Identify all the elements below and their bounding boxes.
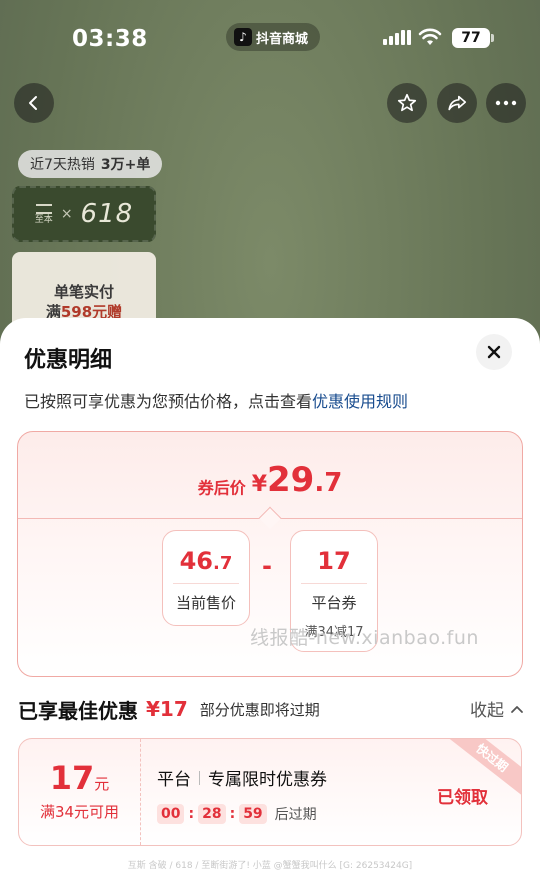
collapse-button[interactable]: 收起 — [470, 696, 524, 721]
cellular-signal-icon — [383, 30, 411, 45]
final-price-decimal: .7 — [314, 468, 343, 498]
douyin-logo-icon: ♪ — [234, 28, 252, 46]
brand-collab-tag: 至本 × 618 — [12, 186, 156, 242]
best-discount-amount: ¥17 — [146, 697, 188, 721]
description-text: 已按照可享优惠为您预估价格，点击查看 — [24, 392, 313, 411]
platform-coupon-value: 17 — [317, 547, 351, 575]
best-discount-row: 已享最佳优惠 ¥17 部分优惠即将过期 收起 — [18, 694, 524, 724]
chevron-up-icon — [511, 705, 523, 713]
current-price-box: 46.7 当前售价 — [162, 530, 250, 626]
watermark-text: 线报酷-new.xianbao.fun — [250, 627, 479, 649]
best-discount-title: 已享最佳优惠 — [18, 698, 138, 723]
back-button[interactable] — [14, 83, 54, 123]
collab-number: 618 — [80, 199, 134, 229]
current-price-dec: .7 — [213, 553, 233, 574]
final-price-integer: 29 — [267, 460, 315, 500]
coupon-claimed-status[interactable]: 已领取 — [437, 783, 488, 808]
countdown-hours: 00 — [157, 804, 185, 824]
platform-coupon-card[interactable]: 17元 满34元可用 平台 专属限时优惠券 00 : 28 : 59 后过期 已… — [18, 738, 522, 846]
countdown-minutes: 28 — [198, 804, 226, 824]
coupon-amount-number: 17 — [49, 759, 95, 797]
countdown-suffix: 后过期 — [274, 807, 317, 823]
coupon-name: 平台 专属限时优惠券 — [157, 765, 327, 790]
wifi-icon — [418, 28, 442, 45]
final-price-label: 券后价 — [197, 478, 246, 498]
current-price-int: 46 — [179, 547, 214, 575]
status-bar: 03:38 ♪ 抖音商城 77 — [0, 0, 540, 78]
current-price-value: 46.7 — [163, 547, 249, 575]
countdown-colon: : — [188, 806, 195, 822]
coupon-amount: 17元 — [19, 759, 140, 797]
coupon-source: 平台 — [157, 770, 191, 790]
final-price-currency: ¥ — [251, 472, 268, 497]
coupon-amount-unit: 元 — [94, 775, 110, 793]
countdown-colon: : — [229, 806, 236, 822]
star-icon — [397, 93, 417, 112]
usage-rules-link[interactable]: 优惠使用规则 — [312, 392, 408, 411]
battery-indicator: 77 — [452, 28, 494, 48]
current-price-label: 当前售价 — [175, 594, 236, 612]
share-button[interactable] — [437, 83, 477, 123]
best-discount-note: 部分优惠即将过期 — [199, 700, 320, 719]
coupon-title: 专属限时优惠券 — [208, 770, 327, 790]
price-breakdown-card: 券后价 ¥29.7 46.7 当前售价 - 17 平台券 满34减17 线报酷-n… — [17, 431, 523, 677]
sales-badge-prefix: 近7天热销 — [30, 157, 95, 173]
app-source-label: 抖音商城 — [256, 31, 309, 47]
more-button[interactable] — [486, 83, 526, 123]
sales-badge-value: 3万+单 — [100, 157, 151, 173]
brand-mini-logo: 至本 — [34, 203, 53, 225]
sheet-title: 优惠明细 — [24, 348, 113, 373]
coupon-value-section: 17元 满34元可用 — [19, 739, 141, 845]
minus-sign: - — [262, 552, 272, 580]
box-separator — [301, 583, 367, 584]
discount-detail-sheet: 优惠明细 已按照可享优惠为您预估价格，点击查看优惠使用规则 券后价 ¥29.7 4… — [0, 318, 540, 874]
close-button[interactable] — [476, 334, 512, 370]
favorite-button[interactable] — [387, 83, 427, 123]
price-divider-notch — [258, 506, 282, 530]
footer-watermark: 互斯 含破 / 618 / 至断街游了! 小蓝 @蟹蟹我叫什么 [G: 2625… — [127, 861, 413, 871]
countdown-seconds: 59 — [239, 804, 267, 824]
final-price: 券后价 ¥29.7 — [18, 460, 522, 500]
brand-mini-text: 至本 — [34, 214, 53, 225]
promo-line1: 单笔实付 — [53, 283, 114, 301]
collab-x: × — [60, 206, 73, 222]
platform-coupon-label: 平台券 — [311, 594, 357, 612]
share-arrow-icon — [448, 95, 467, 111]
coupon-countdown: 00 : 28 : 59 后过期 — [157, 804, 327, 824]
coupon-name-divider — [199, 770, 200, 785]
more-dots-icon — [495, 100, 517, 106]
close-icon — [487, 345, 501, 359]
status-time: 03:38 — [72, 26, 148, 52]
app-source-pill[interactable]: ♪ 抖音商城 — [226, 23, 321, 51]
collapse-label: 收起 — [470, 701, 504, 721]
coupon-info: 平台 专属限时优惠券 00 : 28 : 59 后过期 — [157, 765, 327, 824]
coupon-condition: 满34元可用 — [39, 803, 120, 821]
chevron-left-icon — [29, 96, 37, 110]
box-separator — [173, 583, 239, 584]
sheet-description: 已按照可享优惠为您预估价格，点击查看优惠使用规则 — [24, 388, 408, 412]
sales-badge: 近7天热销 3万+单 — [18, 150, 163, 178]
